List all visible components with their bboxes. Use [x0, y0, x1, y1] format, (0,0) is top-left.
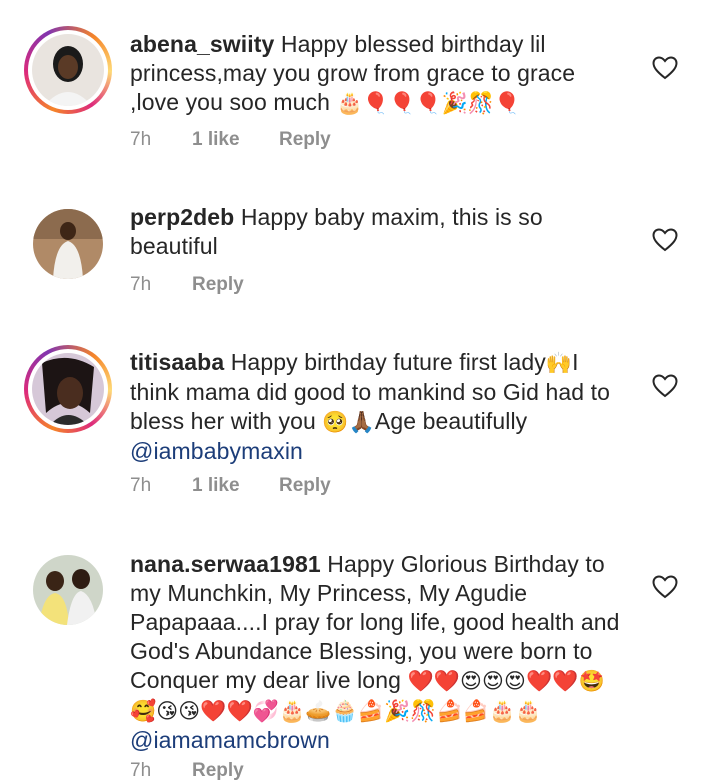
comment-emoji: 🙌	[545, 351, 573, 375]
mention-link[interactable]: @iamamamcbrown	[130, 727, 330, 753]
comment-emoji: 🥺🙏🏾	[322, 410, 375, 434]
comment-text: nana.serwaa1981 Happy Glorious Birthday …	[130, 550, 630, 755]
comment-meta: 7h 1 like Reply	[130, 475, 331, 497]
comment-body: Happy birthday future first lady	[230, 349, 546, 375]
heart-outline-icon[interactable]	[652, 575, 678, 599]
heart-outline-icon[interactable]	[652, 228, 678, 252]
heart-outline-icon[interactable]	[652, 56, 678, 80]
avatar	[32, 353, 104, 425]
comment-likes[interactable]: 1 like	[192, 129, 279, 151]
avatar[interactable]	[33, 209, 103, 279]
mention-link[interactable]: @iambabymaxin	[130, 438, 303, 464]
comment-username[interactable]: titisaaba	[130, 349, 224, 375]
comment-time: 7h	[130, 760, 152, 781]
avatar-story-ring[interactable]	[24, 345, 112, 433]
avatar-story-ring[interactable]	[24, 26, 112, 114]
reply-button[interactable]: Reply	[279, 475, 331, 497]
comment-text: titisaaba Happy birthday future first la…	[130, 348, 630, 466]
comment-likes[interactable]: 1 like	[192, 475, 279, 497]
comment-text: perp2deb Happy baby maxim, this is so be…	[130, 203, 630, 261]
comment-username[interactable]: perp2deb	[130, 204, 234, 230]
reply-button[interactable]: Reply	[192, 760, 244, 782]
comment-body: Age beautifully	[374, 408, 528, 434]
reply-button[interactable]: Reply	[279, 129, 331, 151]
comment-text: abena_swiity Happy blessed birthday lil …	[130, 30, 630, 118]
comment-meta: 7h Reply	[130, 760, 244, 782]
heart-outline-icon[interactable]	[652, 374, 678, 398]
comment-time: 7h	[130, 274, 152, 295]
comment-meta: 7h 1 like Reply	[130, 129, 331, 151]
avatar[interactable]	[33, 555, 103, 625]
comment-username[interactable]: abena_swiity	[130, 31, 274, 57]
comment-emoji: 🎂🎈🎈🎈🎉🎊🎈	[336, 91, 521, 115]
avatar	[32, 34, 104, 106]
comment-time: 7h	[130, 475, 152, 496]
reply-button[interactable]: Reply	[192, 274, 244, 296]
comment-time: 7h	[130, 129, 152, 150]
comment-username[interactable]: nana.serwaa1981	[130, 551, 321, 577]
comment-meta: 7h Reply	[130, 274, 244, 296]
